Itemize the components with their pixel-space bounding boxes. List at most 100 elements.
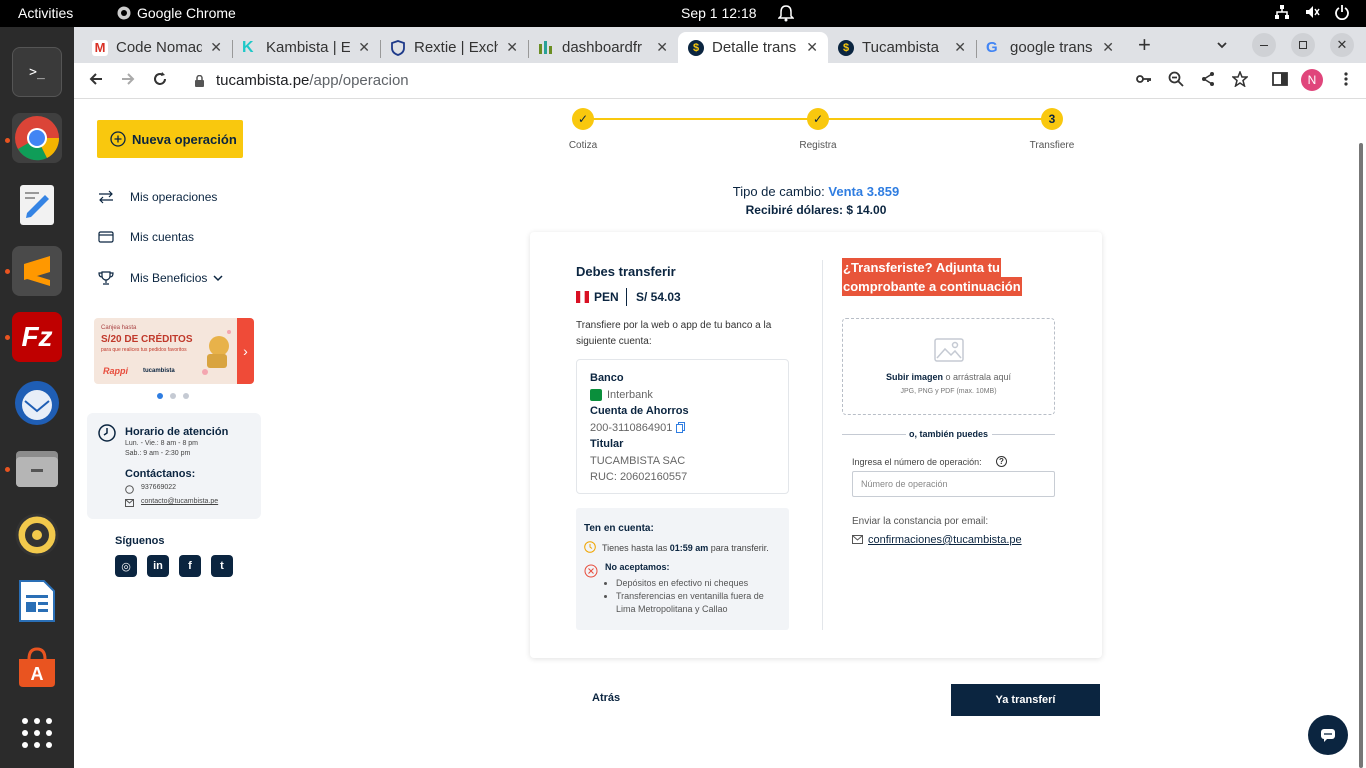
app-menu[interactable]: Google Chrome: [117, 5, 236, 21]
chrome-icon[interactable]: [12, 113, 62, 163]
dashboard-icon: [538, 40, 554, 56]
close-tab-icon[interactable]: ✕: [210, 39, 222, 56]
email-proof-link[interactable]: confirmaciones@tucambista.pe: [868, 534, 1022, 546]
web-page: Nueva operación Mis operaciones Mis cuen…: [74, 99, 1366, 768]
whatsapp-icon: [125, 485, 134, 494]
close-tab-icon[interactable]: ✕: [506, 39, 518, 56]
libreoffice-writer-icon[interactable]: [12, 576, 62, 626]
minimize-button[interactable]: [1252, 33, 1276, 57]
kebab-menu-icon[interactable]: [1338, 71, 1354, 87]
side-panel-icon[interactable]: [1272, 71, 1288, 87]
tab-tucambista[interactable]: $ Tucambista ✕: [828, 32, 976, 63]
volume-muted-icon: [1306, 6, 1320, 18]
sublime-icon[interactable]: [12, 246, 62, 296]
copy-icon[interactable]: [676, 422, 686, 434]
bookmark-star-icon[interactable]: [1232, 71, 1248, 87]
carousel-dot[interactable]: [183, 393, 189, 399]
restore-button[interactable]: [1291, 33, 1315, 57]
profile-avatar[interactable]: N: [1301, 69, 1323, 91]
tab-strip: M Code Nomad ✕ K Kambista | E ✕ Rextie |…: [74, 27, 1366, 63]
new-tab-button[interactable]: +: [1138, 32, 1151, 58]
promo-next-button[interactable]: ›: [237, 318, 254, 384]
key-icon[interactable]: [1136, 71, 1152, 87]
bank-account-box: Banco Interbank Cuenta de Ahorros 200-31…: [576, 359, 789, 494]
running-indicator: [5, 467, 10, 472]
tab-google-translate[interactable]: G google trans ✕: [976, 32, 1124, 63]
dock: >_ Fz A: [0, 27, 74, 768]
contact-email[interactable]: contacto@tucambista.pe: [141, 498, 218, 505]
filezilla-icon[interactable]: Fz: [12, 312, 62, 362]
tab-rextie[interactable]: Rextie | Exch ✕: [380, 32, 528, 63]
tab-dashboard[interactable]: dashboardfr ✕: [528, 32, 678, 63]
rhythmbox-icon[interactable]: [12, 510, 62, 560]
activities-button[interactable]: Activities: [18, 5, 73, 21]
list-item: Depósitos en efectivo ni cheques: [616, 577, 781, 590]
running-indicator: [5, 335, 10, 340]
sidebar-item-beneficios[interactable]: Mis Beneficios: [98, 270, 223, 286]
peru-flag-icon: [576, 291, 589, 303]
tab-title: Kambista | E: [266, 39, 351, 56]
zoom-icon[interactable]: [1168, 71, 1184, 87]
or-text: o, también puedes: [909, 429, 989, 439]
svg-text:A: A: [31, 664, 44, 684]
carousel-dot[interactable]: [157, 393, 163, 399]
x-circle-icon: [584, 564, 598, 578]
carousel-dots[interactable]: [157, 393, 189, 399]
coins-illustration-icon: [202, 330, 231, 375]
thunderbird-icon[interactable]: [12, 378, 62, 428]
sidebar-item-cuentas[interactable]: Mis cuentas: [98, 230, 194, 244]
tab-detalle-transaccion[interactable]: $ Detalle trans ✕: [678, 32, 828, 63]
close-tab-icon[interactable]: ✕: [806, 39, 818, 56]
support-hours-card: Horario de atención Lun. - Vie.: 8 am - …: [87, 413, 261, 519]
page-scrollbar[interactable]: [1356, 99, 1366, 768]
system-tray[interactable]: [1274, 4, 1350, 20]
new-operation-label: Nueva operación: [132, 131, 237, 147]
list-item: Transferencias en ventanilla fuera de Li…: [616, 590, 781, 616]
show-apps-icon[interactable]: [12, 708, 62, 758]
close-tab-icon[interactable]: ✕: [954, 39, 966, 56]
google-icon: G: [986, 38, 998, 56]
close-tab-icon[interactable]: ✕: [358, 39, 370, 56]
hours-title: Horario de atención: [125, 426, 229, 438]
op-number-input[interactable]: Número de operación: [852, 471, 1055, 497]
app-center-icon[interactable]: A: [12, 642, 62, 692]
promo-banner[interactable]: Canjea hasta S/20 DE CRÉDITOS para que r…: [94, 318, 254, 384]
back-button[interactable]: Atrás: [592, 692, 620, 704]
back-arrow-icon[interactable]: [88, 71, 104, 87]
text-editor-icon[interactable]: [12, 180, 62, 230]
share-icon[interactable]: [1200, 71, 1216, 87]
transfer-done-button[interactable]: Ya transferí: [951, 684, 1100, 716]
scrollbar-thumb[interactable]: [1359, 143, 1363, 768]
carousel-dot[interactable]: [170, 393, 176, 399]
linkedin-icon[interactable]: in: [147, 555, 169, 577]
sidebar-item-label: Mis Beneficios: [130, 271, 208, 285]
reload-icon[interactable]: [152, 71, 168, 87]
upload-dropzone[interactable]: Subir imagen o arrástrala aquí JPG, PNG …: [842, 318, 1055, 415]
or-line-right: [992, 434, 1055, 435]
help-icon[interactable]: ?: [996, 456, 1007, 467]
terminal-icon[interactable]: >_: [12, 47, 62, 97]
files-icon[interactable]: [12, 444, 62, 494]
bell-icon[interactable]: [778, 4, 794, 22]
twitter-icon[interactable]: t: [211, 555, 233, 577]
close-window-button[interactable]: ✕: [1330, 33, 1354, 57]
upload-link[interactable]: Subir imagen: [886, 372, 943, 382]
tab-kambista[interactable]: K Kambista | E ✕: [232, 32, 380, 63]
tab-search-icon[interactable]: [1216, 39, 1228, 51]
contact-phone[interactable]: 937669022: [141, 484, 176, 491]
holder-label: Titular: [590, 438, 624, 450]
tab-code-nomad[interactable]: M Code Nomad ✕: [82, 32, 232, 63]
or-line-left: [842, 434, 906, 435]
divider: [626, 288, 627, 306]
lock-icon[interactable]: [194, 75, 205, 88]
chat-button[interactable]: [1308, 715, 1348, 755]
sidebar-item-operaciones[interactable]: Mis operaciones: [98, 190, 217, 204]
new-operation-button[interactable]: Nueva operación: [97, 120, 243, 158]
clock[interactable]: Sep 1 12:18: [681, 5, 757, 21]
forward-arrow-icon[interactable]: [120, 71, 136, 87]
facebook-icon[interactable]: f: [179, 555, 201, 577]
close-tab-icon[interactable]: ✕: [656, 39, 668, 56]
close-tab-icon[interactable]: ✕: [1102, 39, 1114, 56]
tab-title: Detalle trans: [712, 39, 797, 56]
instagram-icon[interactable]: ◎: [115, 555, 137, 577]
